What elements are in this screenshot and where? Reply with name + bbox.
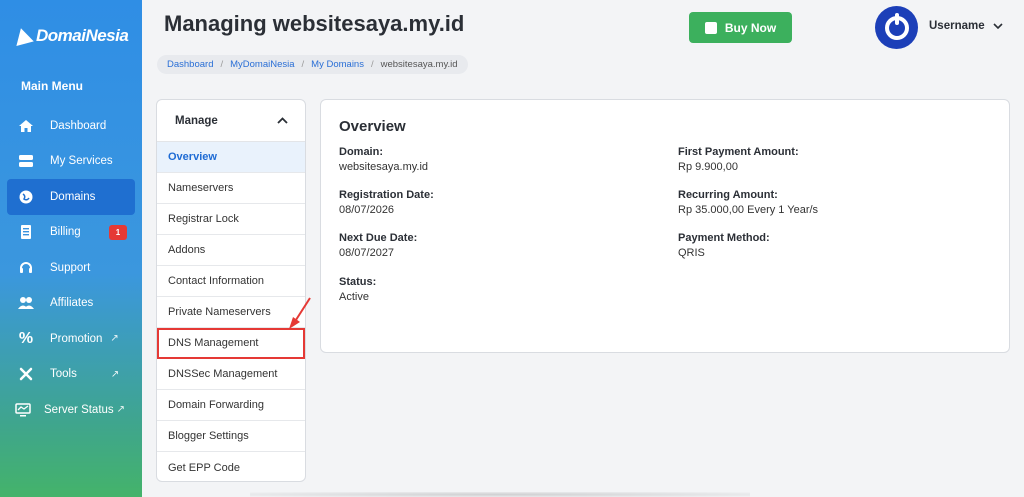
manage-item-dnssec-management[interactable]: DNSSec Management: [157, 359, 305, 390]
manage-item-domain-forwarding[interactable]: Domain Forwarding: [157, 390, 305, 421]
chevron-down-icon: [993, 23, 1003, 29]
user-menu[interactable]: Username: [929, 20, 1003, 32]
manage-item-registrar-lock[interactable]: Registrar Lock: [157, 204, 305, 235]
recurring-amount-label: Recurring Amount:: [678, 189, 778, 201]
shopping-bag-icon: [704, 21, 717, 34]
sidebar-item-label: Server Status: [44, 403, 114, 416]
next-due-date-field: Next Due Date: 08/07/2027: [339, 232, 417, 259]
sidebar-item-label: Promotion: [50, 332, 103, 345]
registration-date-value: 08/07/2026: [339, 204, 395, 216]
status-field: Status: Active: [339, 276, 376, 303]
external-link-icon: ↗: [110, 368, 120, 380]
next-due-date-value: 08/07/2027: [339, 247, 395, 259]
recurring-amount-field: Recurring Amount: Rp 35.000,00 Every 1 Y…: [678, 189, 818, 216]
page-bottom-shadow: [250, 492, 750, 497]
manage-item-overview[interactable]: Overview: [157, 142, 305, 173]
sidebar-item-my-services[interactable]: My Services: [0, 144, 142, 180]
manage-item-blogger-settings[interactable]: Blogger Settings: [157, 421, 305, 452]
breadcrumb-separator: /: [370, 59, 374, 70]
domain-label: Domain:: [339, 146, 383, 158]
sidebar-item-label: Affiliates: [50, 297, 94, 310]
buy-now-button[interactable]: Buy Now: [689, 12, 792, 43]
users-icon: [17, 295, 35, 311]
annotation-arrow-icon: [289, 297, 311, 329]
main-menu-label: Main Menu: [21, 79, 83, 93]
sidebar-item-label: Domains: [50, 190, 96, 203]
status-label: Status:: [339, 276, 377, 288]
power-icon: [884, 12, 909, 40]
payment-method-value: QRIS: [678, 247, 705, 259]
username-label: Username: [929, 20, 985, 32]
recurring-amount-value: Rp 35.000,00 Every 1 Year/s: [678, 204, 819, 216]
server-icon: [17, 153, 35, 169]
sidebar-item-label: Dashboard: [50, 119, 107, 132]
sidebar-nav: Dashboard My Services Domains Billing 1: [0, 108, 142, 428]
sidebar-item-support[interactable]: Support: [0, 250, 142, 286]
page-title: Managing websitesaya.my.id: [164, 11, 465, 36]
sidebar-item-label: My Services: [50, 155, 113, 168]
breadcrumb-separator: /: [220, 59, 224, 70]
sidebar-item-dashboard[interactable]: Dashboard: [0, 108, 142, 144]
tools-icon: [17, 366, 35, 382]
manage-item-private-nameservers[interactable]: Private Nameservers: [157, 297, 305, 328]
breadcrumb-current: websitesaya.my.id: [380, 59, 458, 70]
monitor-icon: [14, 402, 32, 418]
breadcrumb-separator: /: [301, 59, 305, 70]
percent-icon: %: [18, 329, 34, 347]
billing-count-badge: 1: [109, 224, 127, 240]
breadcrumb-my-domains[interactable]: My Domains: [311, 59, 364, 70]
home-icon: [17, 118, 35, 134]
status-value: Active: [339, 291, 369, 303]
external-link-icon: ↗: [110, 333, 119, 345]
manage-panel: Manage Overview Nameservers Registrar Lo…: [156, 99, 306, 482]
next-due-date-label: Next Due Date:: [339, 232, 418, 244]
headset-icon: [17, 260, 35, 276]
manage-item-addons[interactable]: Addons: [157, 235, 305, 266]
sidebar-item-label: Tools: [50, 368, 77, 381]
overview-panel: Overview Domain: websitesaya.my.id Regis…: [320, 99, 1010, 353]
sidebar-item-domains[interactable]: Domains: [7, 179, 135, 215]
avatar[interactable]: [875, 6, 918, 49]
sidebar: DomaiNesia Main Menu Dashboard My Servic…: [0, 0, 142, 497]
first-payment-field: First Payment Amount: Rp 9.900,00: [678, 146, 799, 173]
manage-item-get-epp-code[interactable]: Get EPP Code: [157, 452, 305, 481]
globe-icon: [17, 189, 35, 205]
sidebar-item-server-status[interactable]: Server Status ↗: [0, 392, 142, 428]
registration-date-label: Registration Date:: [339, 189, 434, 201]
sidebar-item-label: Billing: [50, 226, 81, 239]
external-link-icon: ↗: [116, 404, 126, 416]
brand-name: DomaiNesia: [36, 26, 129, 45]
first-payment-value: Rp 9.900,00: [678, 161, 738, 173]
first-payment-label: First Payment Amount:: [678, 146, 799, 158]
manage-item-contact-information[interactable]: Contact Information: [157, 266, 305, 297]
breadcrumb-dashboard[interactable]: Dashboard: [167, 59, 213, 70]
logo-mark-icon: [12, 25, 34, 47]
overview-title: Overview: [339, 118, 406, 135]
brand-logo[interactable]: DomaiNesia: [12, 25, 129, 47]
invoice-icon: [17, 224, 35, 240]
domain-field: Domain: websitesaya.my.id: [339, 146, 428, 173]
manage-item-nameservers[interactable]: Nameservers: [157, 173, 305, 204]
buy-now-label: Buy Now: [724, 20, 777, 35]
chevron-up-icon: [277, 117, 288, 124]
manage-item-dns-management[interactable]: DNS Management: [157, 328, 305, 359]
sidebar-item-affiliates[interactable]: Affiliates: [0, 286, 142, 322]
breadcrumb: Dashboard / MyDomaiNesia / My Domains / …: [157, 55, 468, 74]
manage-panel-header[interactable]: Manage: [157, 100, 305, 142]
breadcrumb-mydomainesia[interactable]: MyDomaiNesia: [230, 59, 294, 70]
domain-value: websitesaya.my.id: [339, 161, 429, 173]
sidebar-item-promotion[interactable]: % Promotion ↗: [0, 321, 142, 357]
registration-date-field: Registration Date: 08/07/2026: [339, 189, 434, 216]
payment-method-label: Payment Method:: [678, 232, 770, 244]
manage-panel-title: Manage: [175, 114, 218, 127]
sidebar-item-tools[interactable]: Tools ↗: [0, 357, 142, 393]
sidebar-item-billing[interactable]: Billing 1: [0, 215, 142, 251]
payment-method-field: Payment Method: QRIS: [678, 232, 770, 259]
sidebar-item-label: Support: [50, 261, 91, 274]
